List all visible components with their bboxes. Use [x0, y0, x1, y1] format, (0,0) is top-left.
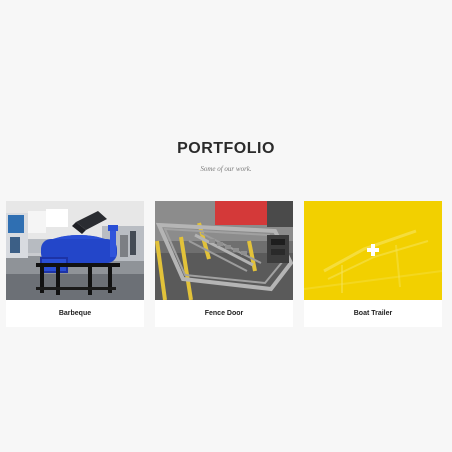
- boat-trailer-image[interactable]: [304, 201, 442, 300]
- fence-door-image[interactable]: [155, 201, 293, 300]
- portfolio-card-fence-door[interactable]: Fence Door: [155, 201, 293, 327]
- fence-door-caption: Fence Door: [204, 310, 244, 317]
- portfolio-section: PORTFOLIO Some of our work. Barbeque Fen…: [0, 0, 452, 452]
- portfolio-card-barbeque[interactable]: Barbeque: [6, 201, 144, 327]
- portfolio-subtitle: Some of our work.: [200, 165, 252, 173]
- portfolio-card-boat-trailer[interactable]: Boat Trailer: [304, 201, 442, 327]
- barbeque-caption: Barbeque: [58, 310, 92, 317]
- portfolio-grid: Barbeque Fence Door Boat Trailer: [6, 201, 443, 327]
- portfolio-title: PORTFOLIO: [177, 140, 275, 157]
- barbeque-image[interactable]: [6, 201, 144, 300]
- boat-trailer-caption: Boat Trailer: [353, 310, 393, 317]
